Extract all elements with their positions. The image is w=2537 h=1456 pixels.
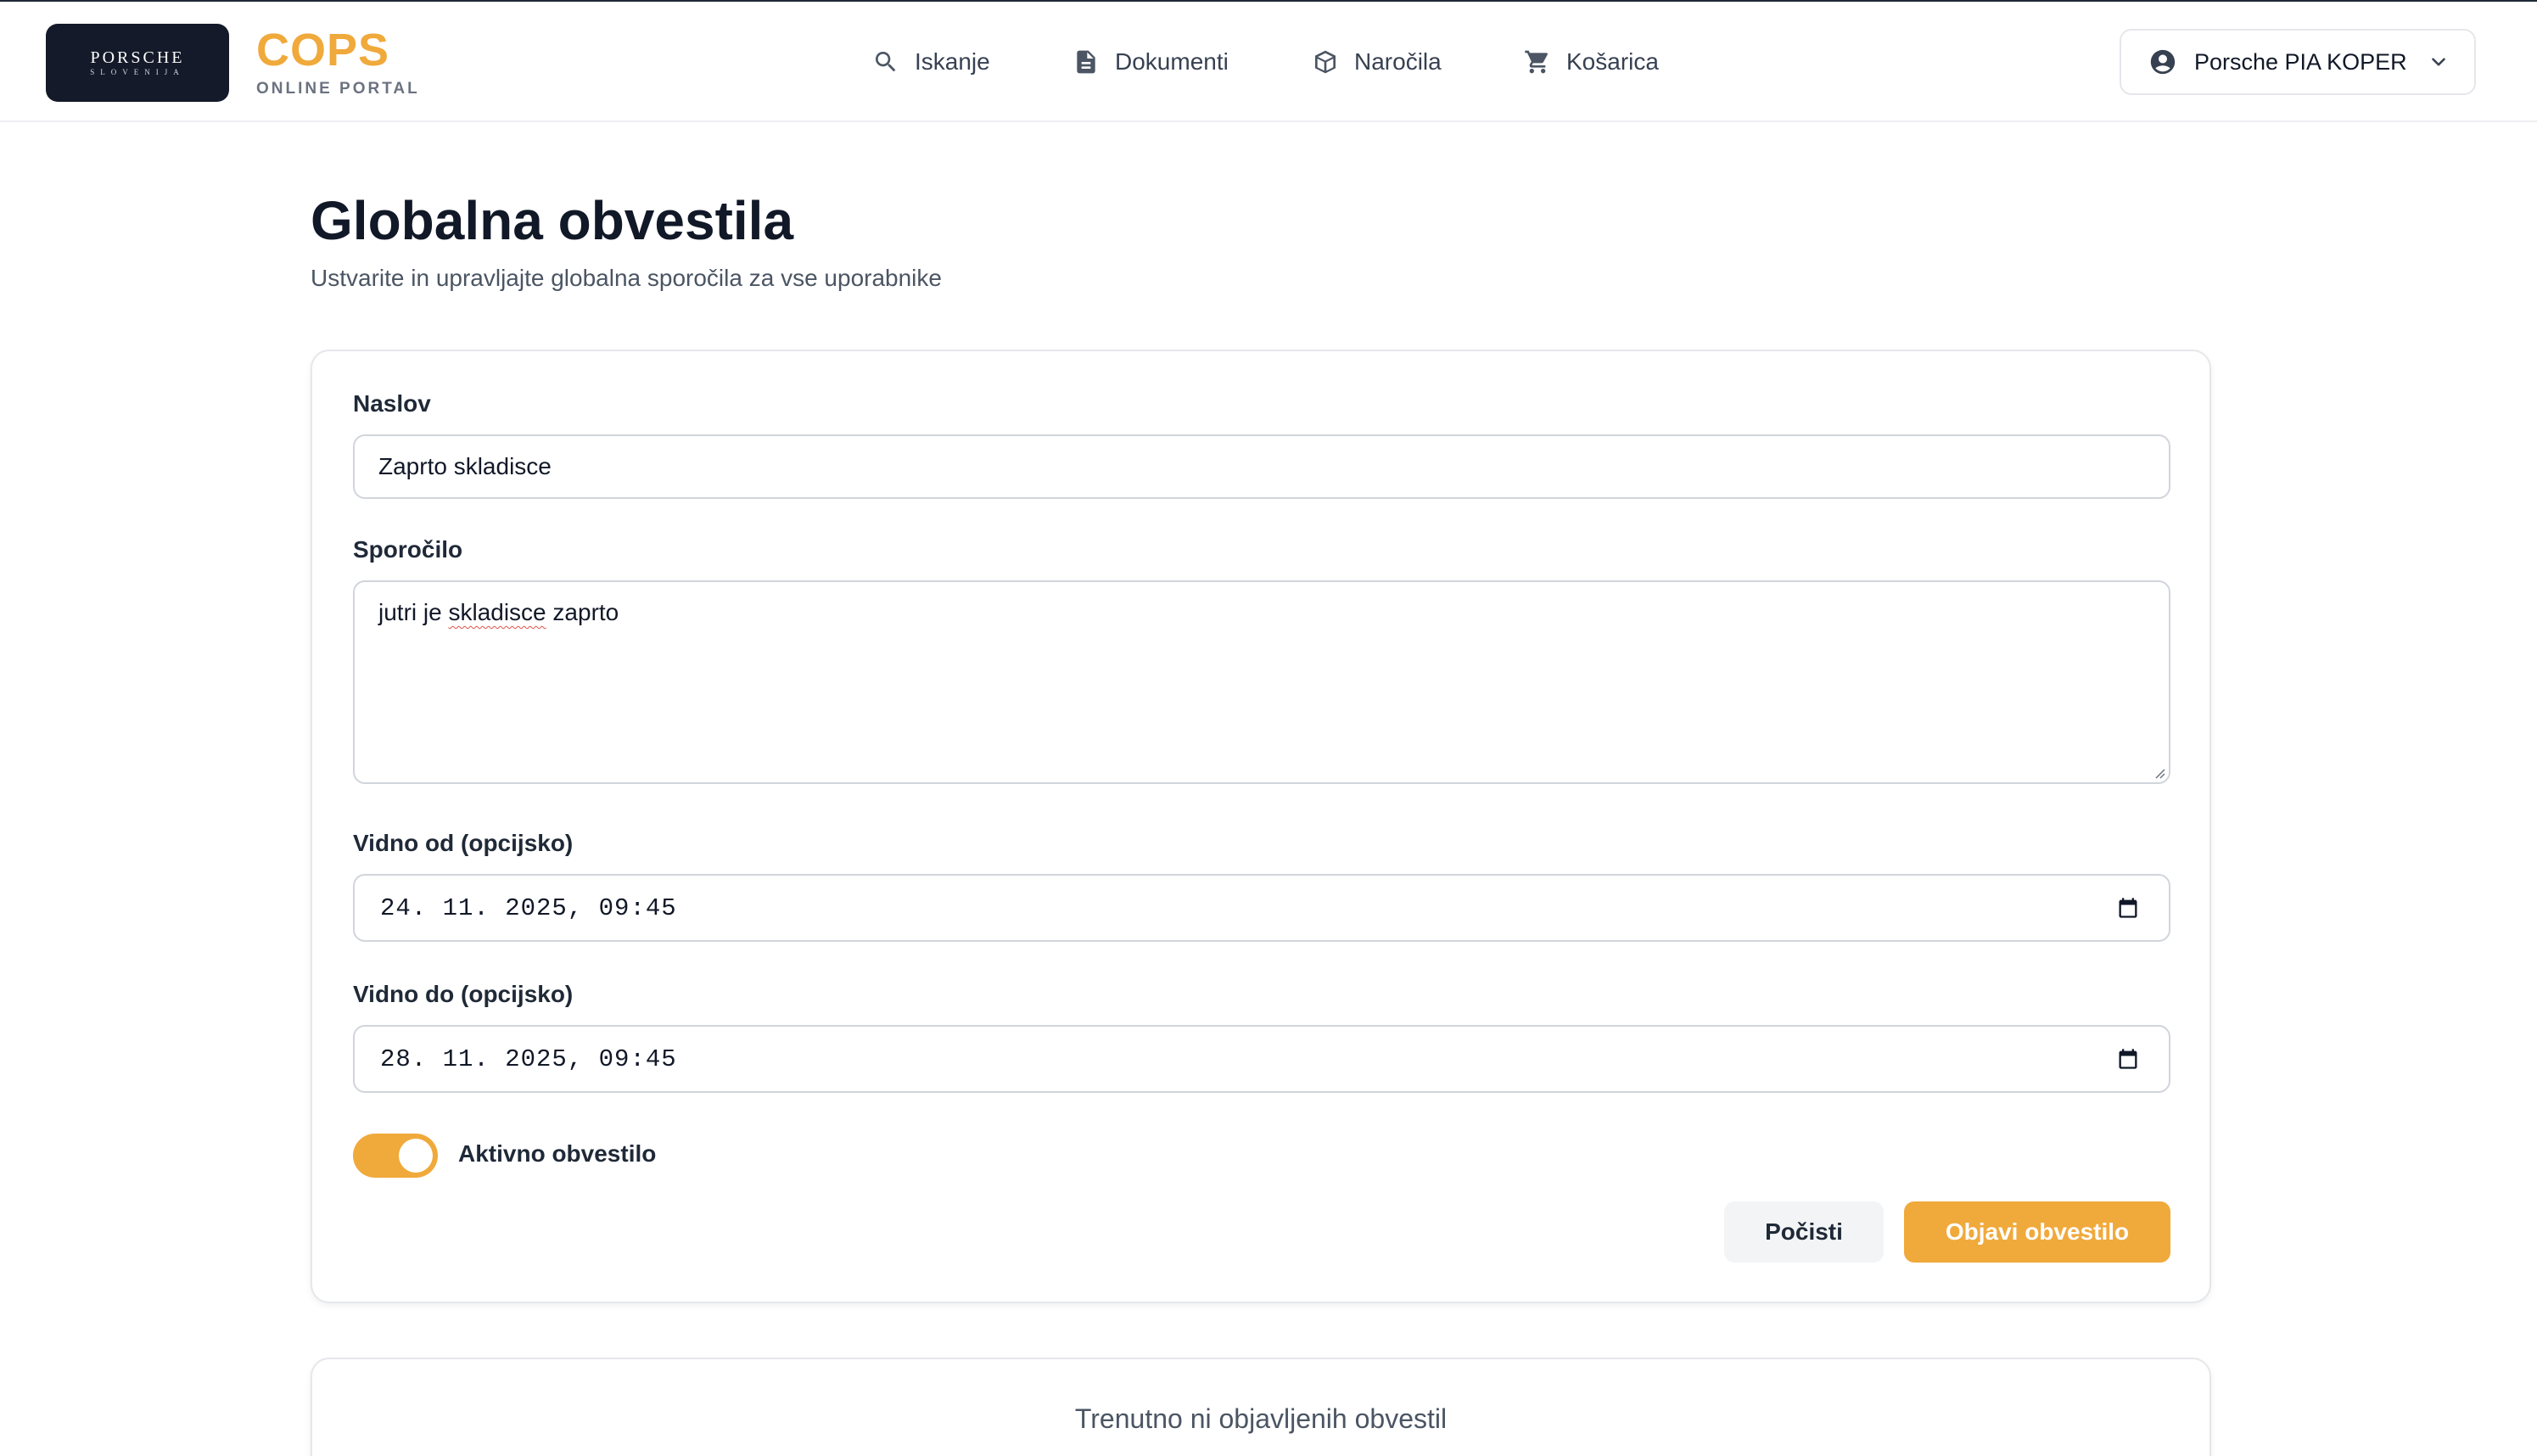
- user-name: Porsche PIA KOPER: [2194, 48, 2407, 75]
- logo-main-text: PORSCHE: [90, 48, 185, 67]
- nav-search-label: Iskanje: [915, 48, 990, 75]
- nav-orders-label: Naročila: [1354, 48, 1442, 75]
- package-icon: [1315, 50, 1336, 74]
- nav-orders[interactable]: Naročila: [1312, 42, 1442, 81]
- toggle-knob: [399, 1139, 433, 1173]
- visible-to-value: 28. 11. 2025, 09:45: [380, 1044, 677, 1073]
- published-notices-card: Trenutno ni objavljenih obvestil: [311, 1358, 2211, 1456]
- message-text-after: zaprto: [546, 599, 619, 625]
- logo-sub-text: SLOVENIJA: [90, 68, 185, 76]
- nav-cart-label: Košarica: [1566, 48, 1659, 75]
- top-navigation-bar: PORSCHE SLOVENIJA COPS ONLINE PORTAL Isk…: [0, 0, 2537, 122]
- nav-documents-label: Dokumenti: [1115, 48, 1229, 75]
- user-menu-button[interactable]: Porsche PIA KOPER: [2120, 29, 2476, 95]
- message-misspelled-word: skladisce: [448, 599, 546, 625]
- brand-title: COPS: [256, 25, 390, 76]
- brand-subtitle: ONLINE PORTAL: [256, 80, 420, 98]
- search-icon: [876, 52, 896, 72]
- active-toggle[interactable]: [353, 1134, 438, 1178]
- visible-to-label: Vidno do (opcijsko): [353, 981, 574, 1007]
- message-text-before: jutri je: [378, 599, 449, 625]
- porsche-logo[interactable]: PORSCHE SLOVENIJA: [46, 24, 229, 102]
- calendar-icon[interactable]: [2116, 1047, 2140, 1071]
- title-input[interactable]: Zaprto skladisce: [353, 434, 2170, 499]
- document-icon: [1077, 50, 1095, 74]
- cart-icon: [1525, 50, 1549, 74]
- resize-grip-icon[interactable]: [2152, 765, 2165, 779]
- publish-button[interactable]: Objavi obvestilo: [1904, 1201, 2170, 1263]
- brand: COPS ONLINE PORTAL: [256, 25, 420, 98]
- visible-from-input[interactable]: 24. 11. 2025, 09:45: [353, 874, 2170, 942]
- message-label: Sporočilo: [353, 536, 463, 563]
- active-toggle-label: Aktivno obvestilo: [458, 1140, 657, 1167]
- clear-button[interactable]: Počisti: [1724, 1201, 1884, 1263]
- notice-form-card: Naslov Zaprto skladisce Sporočilo jutri …: [311, 350, 2211, 1303]
- visible-to-input[interactable]: 28. 11. 2025, 09:45: [353, 1025, 2170, 1093]
- message-textarea[interactable]: jutri je skladisce zaprto: [353, 580, 2170, 784]
- nav-search[interactable]: Iskanje: [872, 42, 990, 81]
- title-input-value: Zaprto skladisce: [378, 453, 552, 479]
- calendar-icon[interactable]: [2116, 896, 2140, 920]
- page-title: Globalna obvestila: [311, 190, 794, 251]
- visible-from-value: 24. 11. 2025, 09:45: [380, 893, 677, 922]
- chevron-down-icon: [2431, 58, 2445, 66]
- empty-notices-message: Trenutno ni objavljenih obvestil: [1074, 1403, 1448, 1434]
- nav-documents[interactable]: Dokumenti: [1072, 42, 1229, 81]
- page-subtitle: Ustvarite in upravljajte globalna sporoč…: [311, 265, 942, 291]
- user-circle-icon: [2150, 49, 2176, 75]
- nav-cart[interactable]: Košarica: [1524, 42, 1659, 81]
- visible-from-label: Vidno od (opcijsko): [353, 830, 574, 856]
- title-label: Naslov: [353, 390, 431, 417]
